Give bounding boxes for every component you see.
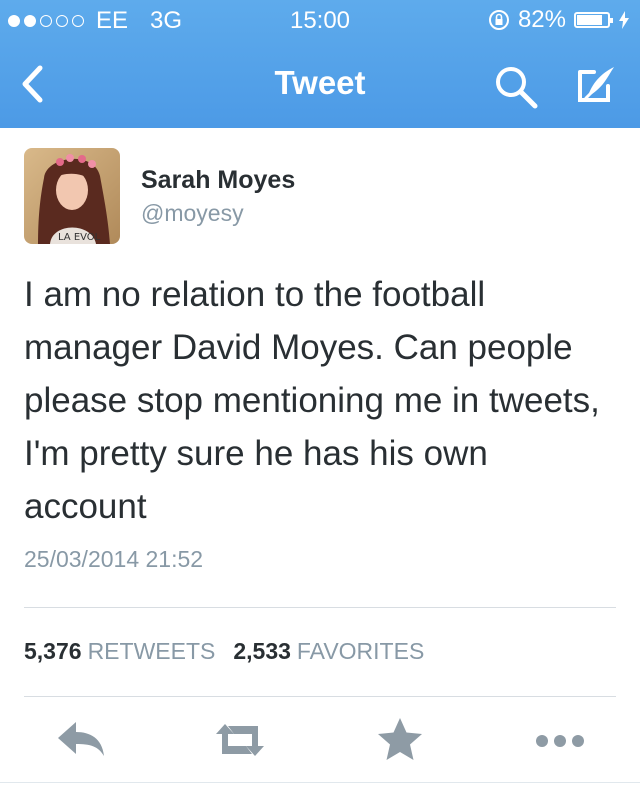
more-icon[interactable] [532,712,588,768]
compose-icon[interactable] [570,62,618,110]
divider [24,607,616,608]
favorites-label[interactable]: FAVORITES [297,638,424,665]
star-icon[interactable] [372,712,428,768]
author-name[interactable]: Sarah Moyes [141,166,295,195]
tweet-text: I am no relation to the football manager… [24,275,600,526]
charging-icon [619,11,629,29]
retweets-count[interactable]: 5,376 [24,638,82,665]
page-title: Tweet [274,64,366,101]
tweet-timestamp: 25/03/2014 21:52 [24,546,204,572]
retweets-label[interactable]: RETWEETS [88,638,216,665]
avatar[interactable]: LA EVOL [24,148,120,244]
divider [24,696,616,697]
reply-icon[interactable] [54,712,110,768]
search-icon[interactable] [493,64,539,110]
status-bar: EE 3G 15:00 82% [0,0,640,40]
action-bar [0,712,640,772]
svg-text:LA EVOL: LA EVOL [58,232,101,243]
battery-percent: 82% [517,6,566,33]
favorites-count[interactable]: 2,533 [233,638,291,665]
battery-icon [574,12,613,28]
divider [0,782,640,783]
navigation-bar: Tweet [0,40,640,128]
top-bar: EE 3G 15:00 82% Tweet [0,0,640,128]
tweet-stats: 5,376 RETWEETS 2,533 FAVORITES [24,638,442,665]
retweet-icon[interactable] [212,712,268,768]
author-handle[interactable]: @moyesy [141,200,244,227]
orientation-lock-icon [488,10,509,30]
avatar-image: LA EVOL [24,148,120,244]
